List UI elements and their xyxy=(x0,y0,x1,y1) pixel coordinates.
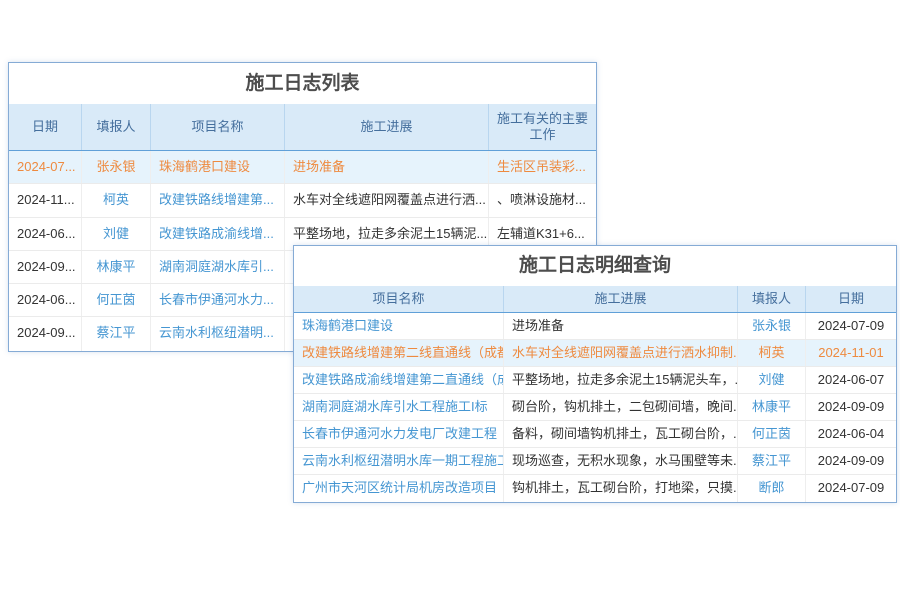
log-list-row[interactable]: 2024-11... 柯英 改建铁路线增建第... 水车对全线遮阳网覆盖点进行洒… xyxy=(9,184,596,217)
cell-progress: 砌台阶，钩机排土，二包砌间墙，晚间... xyxy=(504,394,738,420)
column-header-main-work: 施工有关的主要工作 xyxy=(489,104,596,150)
log-detail-row[interactable]: 广州市天河区统计局机房改造项目 钩机排土，瓦工砌台阶，打地梁，只摸... 断郎 … xyxy=(294,475,896,502)
log-detail-row[interactable]: 改建铁路线增建第二线直通线（成都-西 水车对全线遮阳网覆盖点进行洒水抑制... … xyxy=(294,340,896,367)
log-detail-row[interactable]: 改建铁路成渝线增建第二直通线（成渝 平整场地，拉走多余泥土15辆泥头车，... … xyxy=(294,367,896,394)
cell-date: 2024-09... xyxy=(9,317,82,350)
column-header-reporter: 填报人 xyxy=(738,286,806,312)
cell-date: 2024-07-09 xyxy=(806,313,896,339)
column-header-date: 日期 xyxy=(9,104,82,150)
cell-main-work: 、喷淋设施材... xyxy=(489,184,596,216)
cell-reporter-link[interactable]: 张永银 xyxy=(738,313,806,339)
cell-project-link[interactable]: 珠海鹤港口建设 xyxy=(294,313,504,339)
cell-progress: 现场巡查，无积水现象，水马围壁等未... xyxy=(504,448,738,474)
cell-progress: 进场准备 xyxy=(504,313,738,339)
cell-date: 2024-11... xyxy=(9,184,82,216)
cell-date: 2024-06... xyxy=(9,218,82,250)
log-detail-row[interactable]: 长春市伊通河水力发电厂改建工程 备料，砌间墙钩机排土，瓦工砌台阶，... 何正茵… xyxy=(294,421,896,448)
cell-project-link[interactable]: 改建铁路成渝线增... xyxy=(151,218,285,250)
cell-progress: 水车对全线遮阳网覆盖点进行洒水抑制... xyxy=(504,340,738,366)
cell-reporter-link[interactable]: 柯英 xyxy=(738,340,806,366)
log-list-header-row: 日期 填报人 项目名称 施工进展 施工有关的主要工作 xyxy=(9,104,596,151)
log-list-row[interactable]: 2024-07... 张永银 珠海鹤港口建设 进场准备 生活区吊装彩... xyxy=(9,151,596,184)
log-detail-row[interactable]: 云南水利枢纽潜明水库一期工程施工I标 现场巡查，无积水现象，水马围壁等未... … xyxy=(294,448,896,475)
cell-project-link[interactable]: 长春市伊通河水力发电厂改建工程 xyxy=(294,421,504,447)
cell-reporter-link[interactable]: 蔡江平 xyxy=(82,317,151,350)
cell-project-link[interactable]: 改建铁路成渝线增建第二直通线（成渝 xyxy=(294,367,504,393)
cell-date: 2024-11-01 xyxy=(806,340,896,366)
cell-reporter-link[interactable]: 何正茵 xyxy=(738,421,806,447)
column-header-reporter: 填报人 xyxy=(82,104,151,150)
cell-date: 2024-06-04 xyxy=(806,421,896,447)
cell-date: 2024-09... xyxy=(9,251,82,283)
cell-project-link[interactable]: 云南水利枢纽潜明水库一期工程施工I标 xyxy=(294,448,504,474)
cell-project-link[interactable]: 改建铁路线增建第... xyxy=(151,184,285,216)
cell-reporter-link[interactable]: 刘健 xyxy=(738,367,806,393)
cell-date: 2024-07-09 xyxy=(806,475,896,502)
cell-reporter-link[interactable]: 刘健 xyxy=(82,218,151,250)
cell-date: 2024-07... xyxy=(9,151,82,183)
log-detail-row[interactable]: 珠海鹤港口建设 进场准备 张永银 2024-07-09 xyxy=(294,313,896,340)
column-header-project: 项目名称 xyxy=(151,104,285,150)
construction-log-detail-panel: 施工日志明细查询 项目名称 施工进展 填报人 日期 珠海鹤港口建设 进场准备 张… xyxy=(293,245,897,503)
cell-project-link[interactable]: 改建铁路线增建第二线直通线（成都-西 xyxy=(294,340,504,366)
cell-project-link[interactable]: 湖南洞庭湖水库引... xyxy=(151,251,285,283)
cell-reporter-link[interactable]: 林康平 xyxy=(82,251,151,283)
cell-progress: 备料，砌间墙钩机排土，瓦工砌台阶，... xyxy=(504,421,738,447)
column-header-project: 项目名称 xyxy=(294,286,504,312)
cell-date: 2024-09-09 xyxy=(806,394,896,420)
cell-date: 2024-06-07 xyxy=(806,367,896,393)
log-list-title: 施工日志列表 xyxy=(9,63,596,104)
log-detail-header-row: 项目名称 施工进展 填报人 日期 xyxy=(294,286,896,313)
cell-project-link[interactable]: 珠海鹤港口建设 xyxy=(151,151,285,183)
cell-reporter-link[interactable]: 林康平 xyxy=(738,394,806,420)
cell-progress: 水车对全线遮阳网覆盖点进行洒... xyxy=(285,184,489,216)
cell-project-link[interactable]: 湖南洞庭湖水库引水工程施工I标 xyxy=(294,394,504,420)
column-header-date: 日期 xyxy=(806,286,896,312)
column-header-progress: 施工进展 xyxy=(285,104,489,150)
cell-reporter-link[interactable]: 张永银 xyxy=(82,151,151,183)
cell-project-link[interactable]: 长春市伊通河水力... xyxy=(151,284,285,316)
cell-progress: 进场准备 xyxy=(285,151,489,183)
cell-reporter-link[interactable]: 何正茵 xyxy=(82,284,151,316)
cell-date: 2024-06... xyxy=(9,284,82,316)
cell-project-link[interactable]: 广州市天河区统计局机房改造项目 xyxy=(294,475,504,502)
cell-reporter-link[interactable]: 断郎 xyxy=(738,475,806,502)
cell-reporter-link[interactable]: 蔡江平 xyxy=(738,448,806,474)
log-detail-row[interactable]: 湖南洞庭湖水库引水工程施工I标 砌台阶，钩机排土，二包砌间墙，晚间... 林康平… xyxy=(294,394,896,421)
cell-main-work: 生活区吊装彩... xyxy=(489,151,596,183)
cell-date: 2024-09-09 xyxy=(806,448,896,474)
log-detail-title: 施工日志明细查询 xyxy=(294,246,896,286)
cell-progress: 平整场地，拉走多余泥土15辆泥头车，... xyxy=(504,367,738,393)
cell-project-link[interactable]: 云南水利枢纽潜明... xyxy=(151,317,285,350)
cell-reporter-link[interactable]: 柯英 xyxy=(82,184,151,216)
cell-progress: 钩机排土，瓦工砌台阶，打地梁，只摸... xyxy=(504,475,738,502)
column-header-progress: 施工进展 xyxy=(504,286,738,312)
log-detail-body: 珠海鹤港口建设 进场准备 张永银 2024-07-09 改建铁路线增建第二线直通… xyxy=(294,313,896,502)
